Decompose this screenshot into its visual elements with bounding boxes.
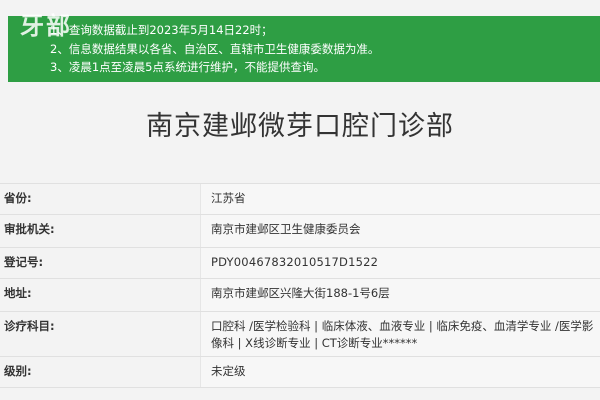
info-row-authority: 审批机关: 南京市建邺区卫生健康委员会: [0, 215, 600, 248]
info-table: 省份: 江苏省 审批机关: 南京市建邺区卫生健康委员会 登记号: PDY0046…: [0, 183, 600, 388]
row-value: 南京市建邺区兴隆大街188-1号6层: [200, 279, 600, 311]
info-row-subjects: 诊疗科目: 口腔科 /医学检验科 | 临床体液、血液专业 | 临床免疫、血清学专…: [0, 312, 600, 357]
page-title: 南京建邺微芽口腔门诊部: [146, 111, 454, 142]
row-value: 口腔科 /医学检验科 | 临床体液、血液专业 | 临床免疫、血清学专业 /医学影…: [200, 312, 600, 356]
row-value: 未定级: [200, 357, 600, 387]
info-row-level: 级别: 未定级: [0, 357, 600, 388]
row-label: 诊疗科目:: [4, 319, 55, 333]
row-label: 审批机关:: [4, 222, 55, 236]
row-value: 南京市建邺区卫生健康委员会: [200, 215, 600, 247]
row-value: 江苏省: [200, 184, 600, 214]
row-label: 省份:: [4, 191, 32, 205]
row-label: 登记号:: [4, 255, 44, 269]
info-row-registration: 登记号: PDY00467832010517D1522: [0, 248, 600, 279]
row-value: PDY00467832010517D1522: [200, 248, 600, 278]
notice-banner: 1、查询数据截止到2023年5月14日22时； 2、信息数据结果以各省、自治区、…: [8, 16, 600, 82]
notice-line-2: 2、信息数据结果以各省、自治区、直辖市卫生健康委数据为准。: [50, 41, 380, 56]
notice-line-1: 1、查询数据截止到2023年5月14日22时；: [50, 23, 273, 37]
row-label: 级别:: [4, 364, 32, 378]
notice-line-3: 3、凌晨1点至凌晨5点系统进行维护，不能提供查询。: [50, 60, 325, 74]
info-row-province: 省份: 江苏省: [0, 184, 600, 215]
info-row-address: 地址: 南京市建邺区兴隆大街188-1号6层: [0, 279, 600, 312]
row-label: 地址:: [4, 286, 32, 300]
